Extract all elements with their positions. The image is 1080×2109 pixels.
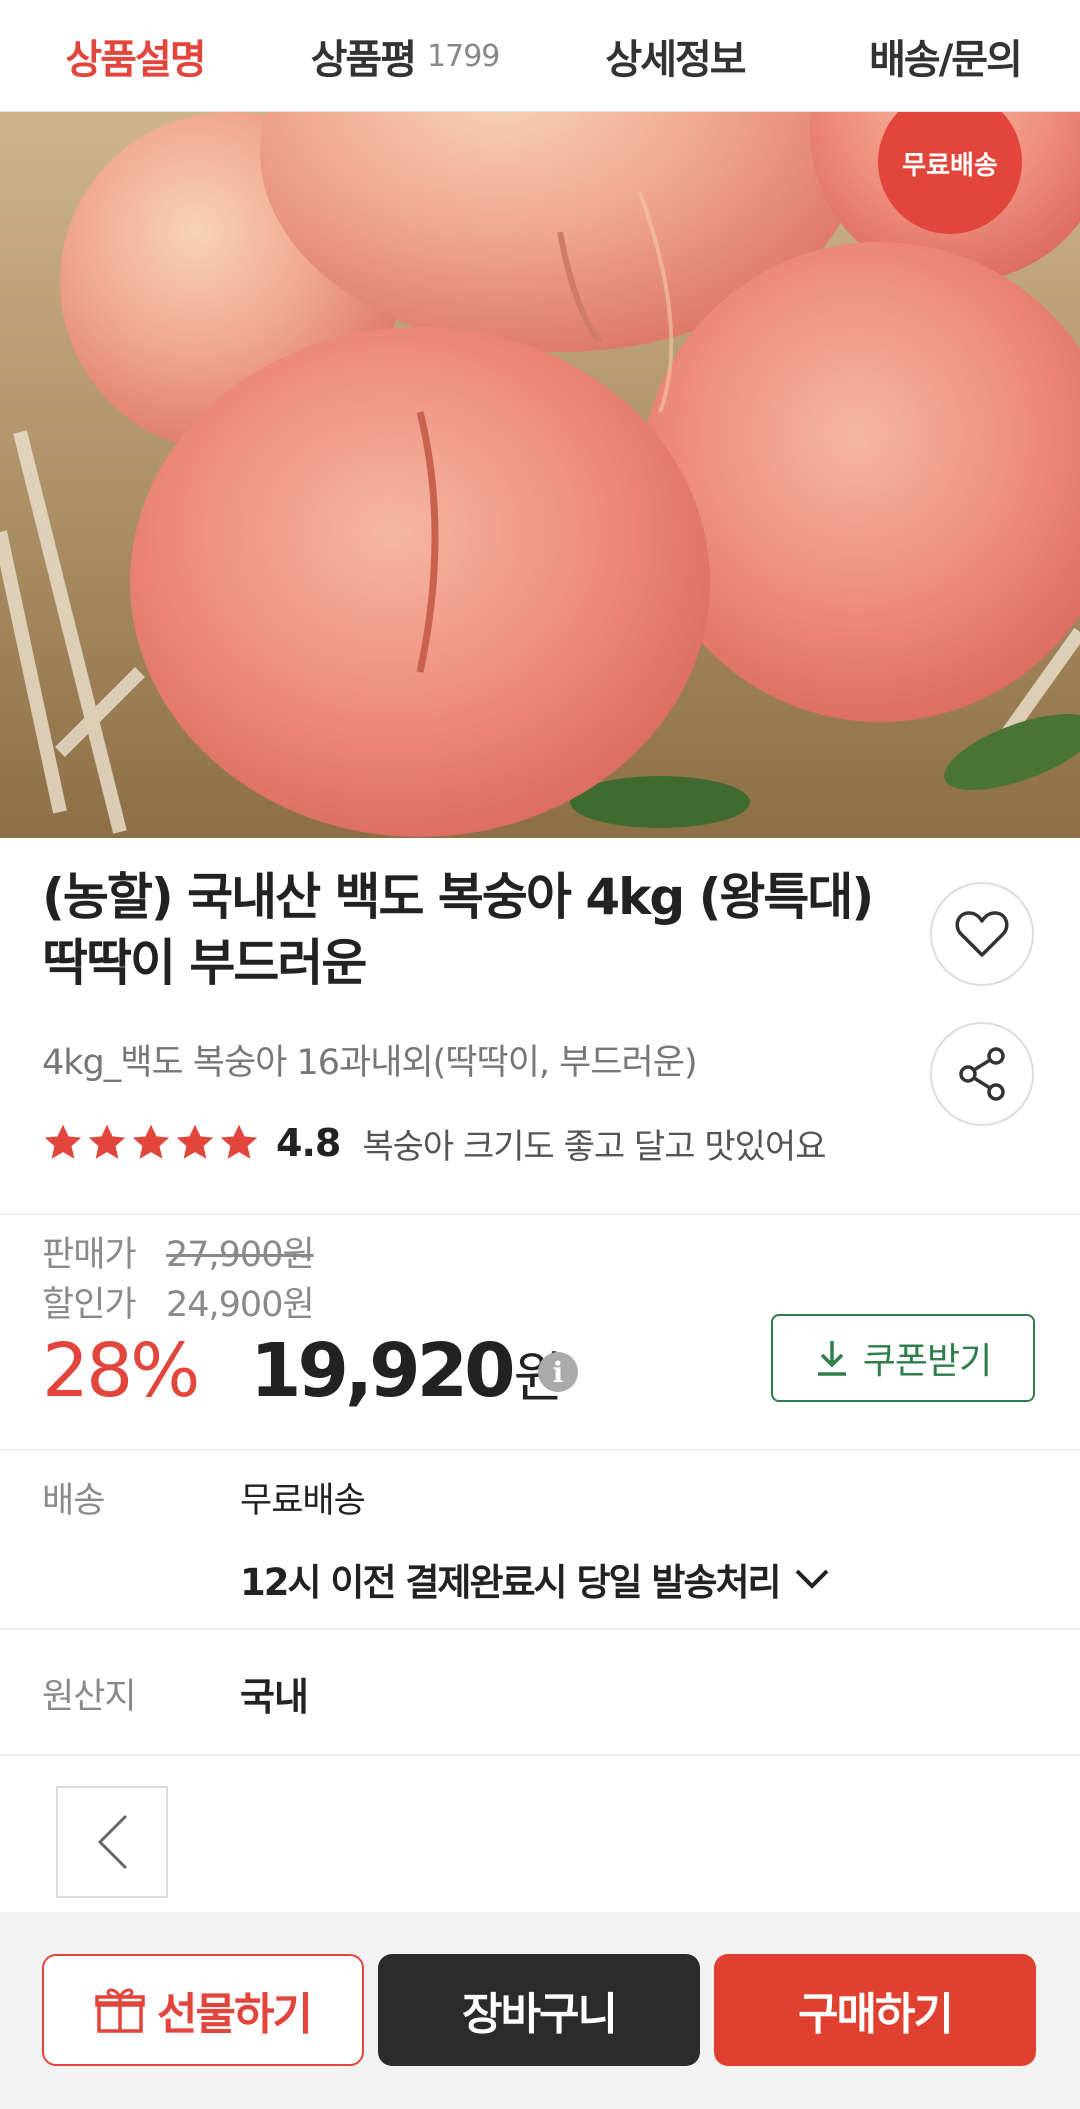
tab-shipping-inquiry[interactable]: 배송/문의 [810,0,1080,112]
coupon-download-button[interactable]: 쿠폰받기 [771,1314,1035,1402]
tab-label: 상품평 [310,37,417,83]
final-price-value: 19,920 [250,1328,516,1414]
cart-label: 장바구니 [462,1989,618,2040]
share-icon [959,1047,1005,1101]
star-icon [220,1124,258,1159]
gift-label: 선물하기 [157,1989,313,2040]
star-icon [44,1124,82,1159]
rating-score: 4.8 [276,1121,341,1165]
discount-rate: 28% [42,1328,200,1414]
star-icon [176,1124,214,1159]
peach-basket-illustration: 무료배송 [0,112,1080,838]
sale-price-label: 판매가 [42,1235,137,1275]
add-to-cart-button[interactable]: 장바구니 [378,1954,700,2066]
origin-value: 국내 [240,1675,309,1719]
product-title: (농할) 국내산 백도 복숭아 4kg (왕특대) 딱딱이 부드러운 [42,864,902,996]
origin-label: 원산지 [42,1677,137,1717]
star-icon [132,1124,170,1159]
sale-price-value: 27,900원 [166,1235,315,1275]
discount-price-value: 24,900원 [166,1285,315,1325]
product-image[interactable]: 무료배송 [0,112,1080,838]
heart-icon [955,911,1009,957]
product-title-line-2: 딱딱이 부드러운 [42,934,367,992]
back-button[interactable] [56,1786,168,1898]
divider [0,1449,1080,1451]
delivery-value: 무료배송 [240,1481,366,1521]
tab-label: 배송/문의 [869,37,1023,83]
product-title-line-1: (농할) 국내산 백도 복숭아 4kg (왕특대) [42,868,874,926]
chevron-left-icon [97,1814,128,1870]
divider [0,1754,1080,1756]
coupon-label: 쿠폰받기 [862,1341,992,1382]
free-shipping-badge: 무료배송 [902,151,998,181]
buy-label: 구매하기 [798,1989,954,2040]
shipping-detail-text: 12시 이전 결제완료시 당일 발송처리 [240,1561,782,1604]
tab-details[interactable]: 상세정보 [540,0,810,112]
final-price: 19,920원 [250,1326,563,1423]
download-icon [817,1341,846,1376]
product-option: 4kg_백도 복숭아 16과내외(딱딱이, 부드러운) [42,1043,698,1083]
delivery-label: 배송 [42,1481,105,1521]
review-count: 1799 [427,38,500,74]
star-icon [88,1124,126,1159]
divider [0,1213,1080,1215]
rating-row[interactable]: 4.8 복숭아 크기도 좋고 달고 맛있어요 [42,1118,826,1168]
price-info-icon[interactable]: i [538,1352,578,1392]
review-snippet: 복숭아 크기도 좋고 달고 맛있어요 [362,1126,826,1167]
wishlist-button[interactable] [930,882,1034,986]
star-rating [42,1122,262,1164]
tab-bar: 상품설명 상품평 1799 상세정보 배송/문의 [0,0,1080,120]
gift-icon [95,1988,145,2033]
tab-product-description[interactable]: 상품설명 [0,0,270,120]
tab-label: 상세정보 [605,37,746,83]
buy-now-button[interactable]: 구매하기 [714,1954,1036,2066]
chevron-down-icon [795,1569,828,1589]
discount-price-label: 할인가 [42,1285,137,1325]
shipping-detail-toggle[interactable]: 12시 이전 결제완료시 당일 발송처리 [240,1552,830,1606]
tab-reviews[interactable]: 상품평 1799 [270,0,540,112]
share-button[interactable] [930,1022,1034,1126]
tab-label: 상품설명 [65,37,206,83]
divider [0,1628,1080,1630]
gift-button[interactable]: 선물하기 [42,1954,364,2066]
